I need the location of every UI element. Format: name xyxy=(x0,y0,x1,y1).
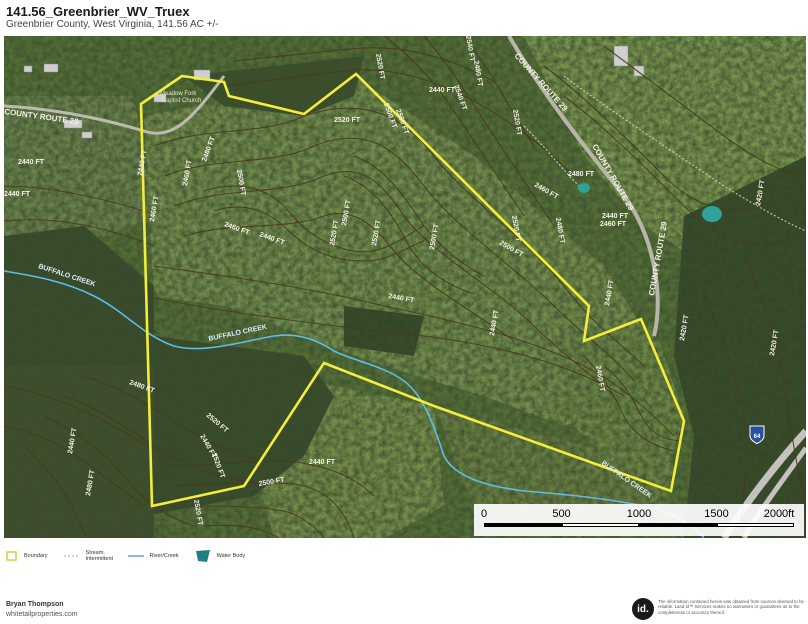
stream-icon xyxy=(63,555,80,557)
contour-label: 2520 FT xyxy=(334,117,361,124)
scale-segment xyxy=(484,523,562,527)
legend-stream: Stream, Intermittent xyxy=(63,550,114,562)
river-icon xyxy=(127,555,144,557)
scale-tick: 1500 xyxy=(704,508,729,520)
contour-label: 2440 FT xyxy=(429,87,456,94)
interstate-number: 64 xyxy=(754,434,761,440)
contour-label: 2440 FT xyxy=(309,459,336,466)
pond xyxy=(702,206,722,222)
legend-river: River/Creek xyxy=(127,553,179,559)
aerial-map[interactable]: 64 COUNTY ROUTE 29 COUNTY ROUTE 29 COUNT… xyxy=(4,36,806,538)
legend-label: Water Body xyxy=(216,553,246,559)
contour-label: 2480 FT xyxy=(568,171,595,178)
agent-website[interactable]: whitetailproperties.com xyxy=(6,611,78,618)
place-label: Meadow Fork xyxy=(160,91,197,97)
agent-name: Bryan Thompson xyxy=(6,601,64,608)
legend-label: River/Creek xyxy=(149,553,179,559)
place-label: Baptist Church xyxy=(162,98,201,104)
legend-boundary: Boundary xyxy=(6,551,48,561)
legend-label: Stream, Intermittent xyxy=(85,550,114,562)
contour-label: 2460 FT xyxy=(600,221,627,228)
map-title: 141.56_Greenbrier_WV_Truex xyxy=(6,4,190,19)
map-subtitle: Greenbrier County, West Virginia, 141.56… xyxy=(6,19,219,30)
boundary-icon xyxy=(6,551,17,561)
scale-bar-segments xyxy=(484,523,794,527)
map-canvas[interactable]: 64 COUNTY ROUTE 29 COUNTY ROUTE 29 COUNT… xyxy=(4,36,806,538)
place-labels: Meadow Fork Baptist Church xyxy=(160,91,201,104)
contour-label: 2440 FT xyxy=(18,159,45,166)
contour-label: 2440 FT xyxy=(602,213,629,220)
landid-logo-icon: id. xyxy=(632,598,654,620)
scale-bar: 0 500 1000 1500 2000ft xyxy=(474,504,804,536)
scale-tick: 0 xyxy=(480,508,488,520)
scale-tick: 2000ft xyxy=(763,508,795,520)
scale-tick: 500 xyxy=(552,508,571,520)
map-legend: Boundary Stream, Intermittent River/Cree… xyxy=(6,546,261,566)
disclaimer-text: The information contained herein was obt… xyxy=(658,599,804,615)
contour-label: 2440 FT xyxy=(4,191,31,198)
water-body-icon xyxy=(195,550,210,562)
texture-overlay xyxy=(4,36,806,538)
legend-water-body: Water Body xyxy=(195,549,246,563)
scale-tick: 1000 xyxy=(626,508,652,520)
pond xyxy=(578,183,590,193)
scale-segment xyxy=(716,523,794,527)
legend-label: Boundary xyxy=(24,553,48,559)
scale-segment xyxy=(561,523,639,527)
scale-segment xyxy=(639,523,717,527)
